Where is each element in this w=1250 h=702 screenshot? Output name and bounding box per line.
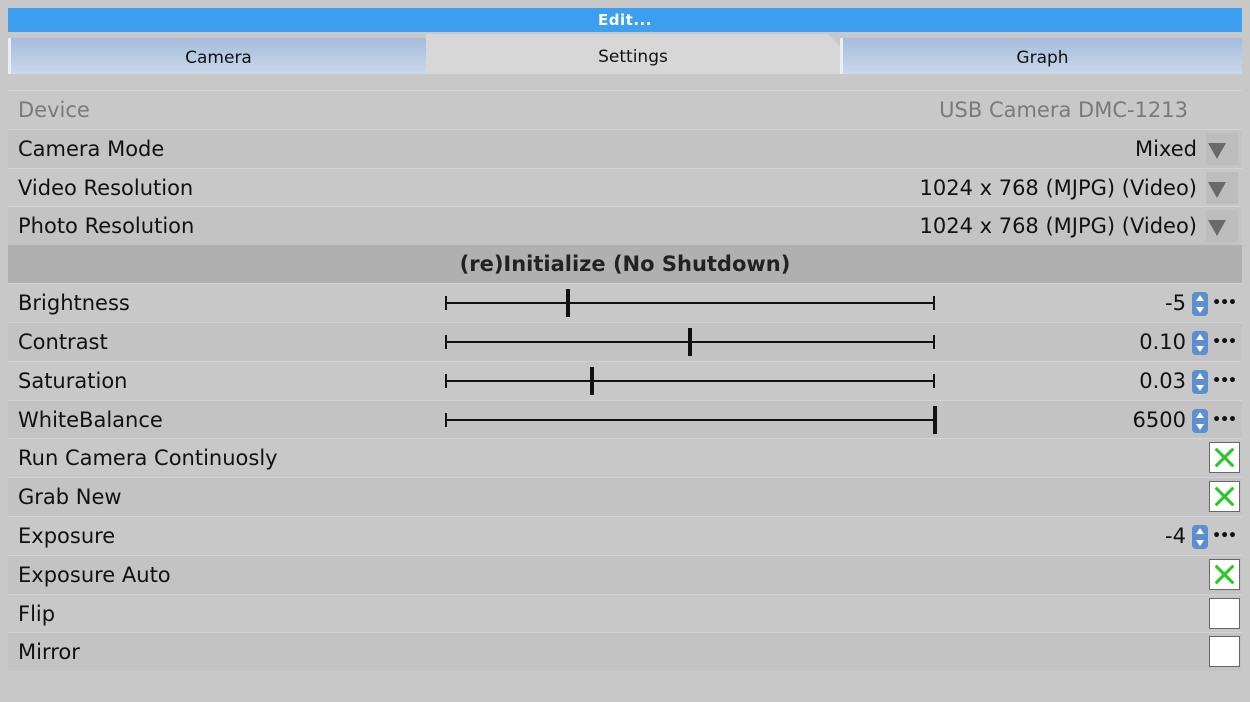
slider-end <box>445 373 447 388</box>
grab-new-row: Grab New <box>8 477 1242 516</box>
whitebalance-label: WhiteBalance <box>18 407 163 432</box>
tab-bar: Camera Graph Settings <box>8 32 1242 74</box>
slider-end <box>445 334 447 349</box>
slider-end <box>933 334 935 349</box>
slider-end <box>445 296 447 311</box>
saturation-value[interactable]: 0.03 <box>1139 362 1186 401</box>
exposure-spinner-icon[interactable] <box>1192 524 1208 549</box>
run-continuously-checkbox[interactable] <box>1209 442 1240 474</box>
chevron-down-icon <box>1208 220 1226 237</box>
saturation-slider-knob[interactable] <box>590 366 594 395</box>
contrast-more-button[interactable]: ••• <box>1212 323 1237 362</box>
whitebalance-row: WhiteBalance 6500 ••• <box>8 399 1242 440</box>
photo-resolution-value[interactable]: 1024 x 768 (MJPG) (Video) <box>919 207 1197 246</box>
exposure-label: Exposure <box>18 523 116 548</box>
photo-resolution-row[interactable]: Photo Resolution 1024 x 768 (MJPG) (Vide… <box>8 206 1242 246</box>
device-label: Device <box>18 98 90 122</box>
slider-end <box>445 412 447 427</box>
video-resolution-dropdown-button[interactable] <box>1206 171 1238 204</box>
exposure-row: Exposure -4 ••• <box>8 515 1242 556</box>
contrast-spinner-icon[interactable] <box>1192 330 1208 355</box>
window-title: Edit... <box>8 8 1242 32</box>
device-value: USB Camera DMC-1213 <box>939 98 1188 122</box>
mirror-row: Mirror <box>8 632 1242 672</box>
chevron-down-icon <box>1208 142 1226 159</box>
device-row: Device USB Camera DMC-1213 <box>8 90 1242 129</box>
video-resolution-row[interactable]: Video Resolution 1024 x 768 (MJPG) (Vide… <box>8 167 1242 208</box>
mirror-label: Mirror <box>18 640 80 665</box>
saturation-slider[interactable] <box>445 366 935 395</box>
contrast-slider[interactable] <box>445 327 935 356</box>
slider-end <box>933 296 935 311</box>
whitebalance-spinner-icon[interactable] <box>1192 408 1208 433</box>
whitebalance-value[interactable]: 6500 <box>1133 401 1186 440</box>
flip-checkbox[interactable] <box>1209 597 1240 629</box>
contrast-label: Contrast <box>18 329 108 354</box>
exposure-more-button[interactable]: ••• <box>1212 517 1237 556</box>
flip-row: Flip <box>8 593 1242 633</box>
grab-new-checkbox[interactable] <box>1209 481 1240 513</box>
camera-mode-value[interactable]: Mixed <box>1135 130 1197 169</box>
photo-resolution-dropdown-button[interactable] <box>1206 210 1238 243</box>
camera-mode-label: Camera Mode <box>18 136 165 161</box>
saturation-more-button[interactable]: ••• <box>1212 362 1237 401</box>
video-resolution-value[interactable]: 1024 x 768 (MJPG) (Video) <box>919 169 1197 208</box>
saturation-label: Saturation <box>18 368 128 393</box>
whitebalance-slider[interactable] <box>445 405 937 434</box>
brightness-more-button[interactable]: ••• <box>1212 284 1237 323</box>
exposure-auto-label: Exposure Auto <box>18 562 171 587</box>
reinitialize-button[interactable]: (re)Initialize (No Shutdown) <box>8 245 1242 284</box>
tab-graph[interactable]: Graph <box>840 38 1242 74</box>
settings-panel: Device USB Camera DMC-1213 Camera Mode M… <box>8 90 1242 672</box>
saturation-row: Saturation 0.03 ••• <box>8 360 1242 401</box>
exposure-auto-checkbox[interactable] <box>1209 558 1240 590</box>
chevron-down-icon <box>1208 181 1226 198</box>
whitebalance-slider-knob[interactable] <box>933 405 937 434</box>
brightness-slider-knob[interactable] <box>565 289 570 318</box>
brightness-spinner-icon[interactable] <box>1192 292 1208 317</box>
video-resolution-label: Video Resolution <box>18 175 194 200</box>
flip-label: Flip <box>18 601 56 626</box>
contrast-value[interactable]: 0.10 <box>1139 323 1186 362</box>
grab-new-label: Grab New <box>18 485 122 510</box>
brightness-slider[interactable] <box>445 289 935 318</box>
exposure-auto-row: Exposure Auto <box>8 554 1242 594</box>
whitebalance-more-button[interactable]: ••• <box>1212 401 1237 440</box>
slider-end <box>933 373 935 388</box>
brightness-value[interactable]: -5 <box>1165 284 1186 323</box>
mirror-checkbox[interactable] <box>1209 636 1240 668</box>
saturation-spinner-icon[interactable] <box>1192 369 1208 394</box>
photo-resolution-label: Photo Resolution <box>18 214 195 239</box>
contrast-slider-knob[interactable] <box>688 327 692 356</box>
brightness-label: Brightness <box>18 291 130 316</box>
run-continuously-label: Run Camera Continuosly <box>18 446 278 471</box>
camera-mode-dropdown-button[interactable] <box>1206 132 1238 165</box>
run-continuously-row: Run Camera Continuosly <box>8 438 1242 478</box>
tab-settings[interactable]: Settings <box>426 34 840 74</box>
camera-mode-row[interactable]: Camera Mode Mixed <box>8 128 1242 169</box>
contrast-row: Contrast 0.10 ••• <box>8 321 1242 362</box>
exposure-value[interactable]: -4 <box>1165 517 1186 556</box>
brightness-row: Brightness -5 ••• <box>8 283 1242 322</box>
tab-camera[interactable]: Camera <box>8 38 426 74</box>
